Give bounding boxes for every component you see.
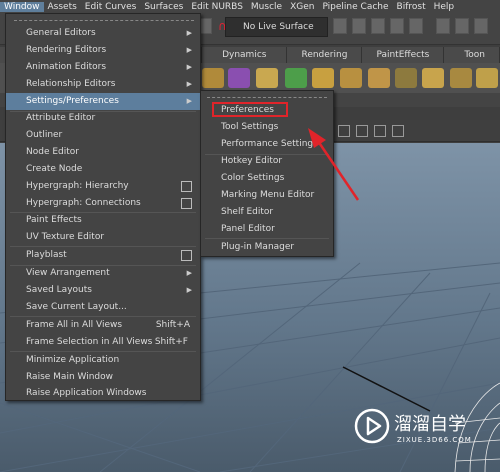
watermark-url: ZIXUE.3D66.COM (397, 436, 472, 444)
watermark-title: 溜溜自学 (394, 414, 466, 435)
play-logo-icon (354, 408, 390, 444)
watermark-logo: 溜溜自学 ZIXUE.3D66.COM (352, 402, 497, 454)
